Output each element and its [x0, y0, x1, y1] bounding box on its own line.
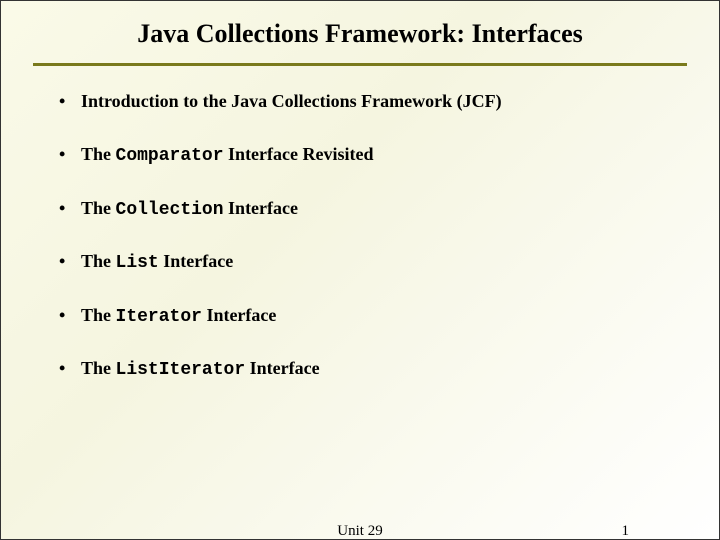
list-item: The List Interface [59, 250, 679, 275]
bullet-text-post: Interface [159, 251, 233, 271]
bullet-text-post: Interface [202, 305, 276, 325]
bullet-text-post: Interface [245, 358, 319, 378]
bullet-text-pre: The [81, 358, 116, 378]
bullet-code: ListIterator [116, 360, 246, 380]
list-item: The ListIterator Interface [59, 357, 679, 382]
bullet-text-pre: The [81, 144, 116, 164]
bullet-list: Introduction to the Java Collections Fra… [41, 90, 679, 382]
bullet-text-pre: The [81, 305, 116, 325]
bullet-code: List [116, 253, 159, 273]
list-item: The Collection Interface [59, 197, 679, 222]
slide: Java Collections Framework: Interfaces I… [1, 1, 719, 539]
list-item: Introduction to the Java Collections Fra… [59, 90, 679, 115]
bullet-code: Collection [116, 200, 224, 220]
bullet-text-pre: Introduction to the Java Collections Fra… [81, 91, 502, 111]
bullet-text-post: Interface Revisited [224, 144, 374, 164]
list-item: The Iterator Interface [59, 304, 679, 329]
bullet-code: Iterator [116, 307, 202, 327]
title-divider [33, 63, 687, 66]
footer-page-number: 1 [622, 523, 630, 540]
footer-unit: Unit 29 [337, 523, 382, 540]
page-title: Java Collections Framework: Interfaces [41, 19, 679, 49]
bullet-text-pre: The [81, 198, 116, 218]
list-item: The Comparator Interface Revisited [59, 143, 679, 168]
bullet-text-post: Interface [224, 198, 298, 218]
bullet-text-pre: The [81, 251, 116, 271]
bullet-code: Comparator [116, 146, 224, 166]
